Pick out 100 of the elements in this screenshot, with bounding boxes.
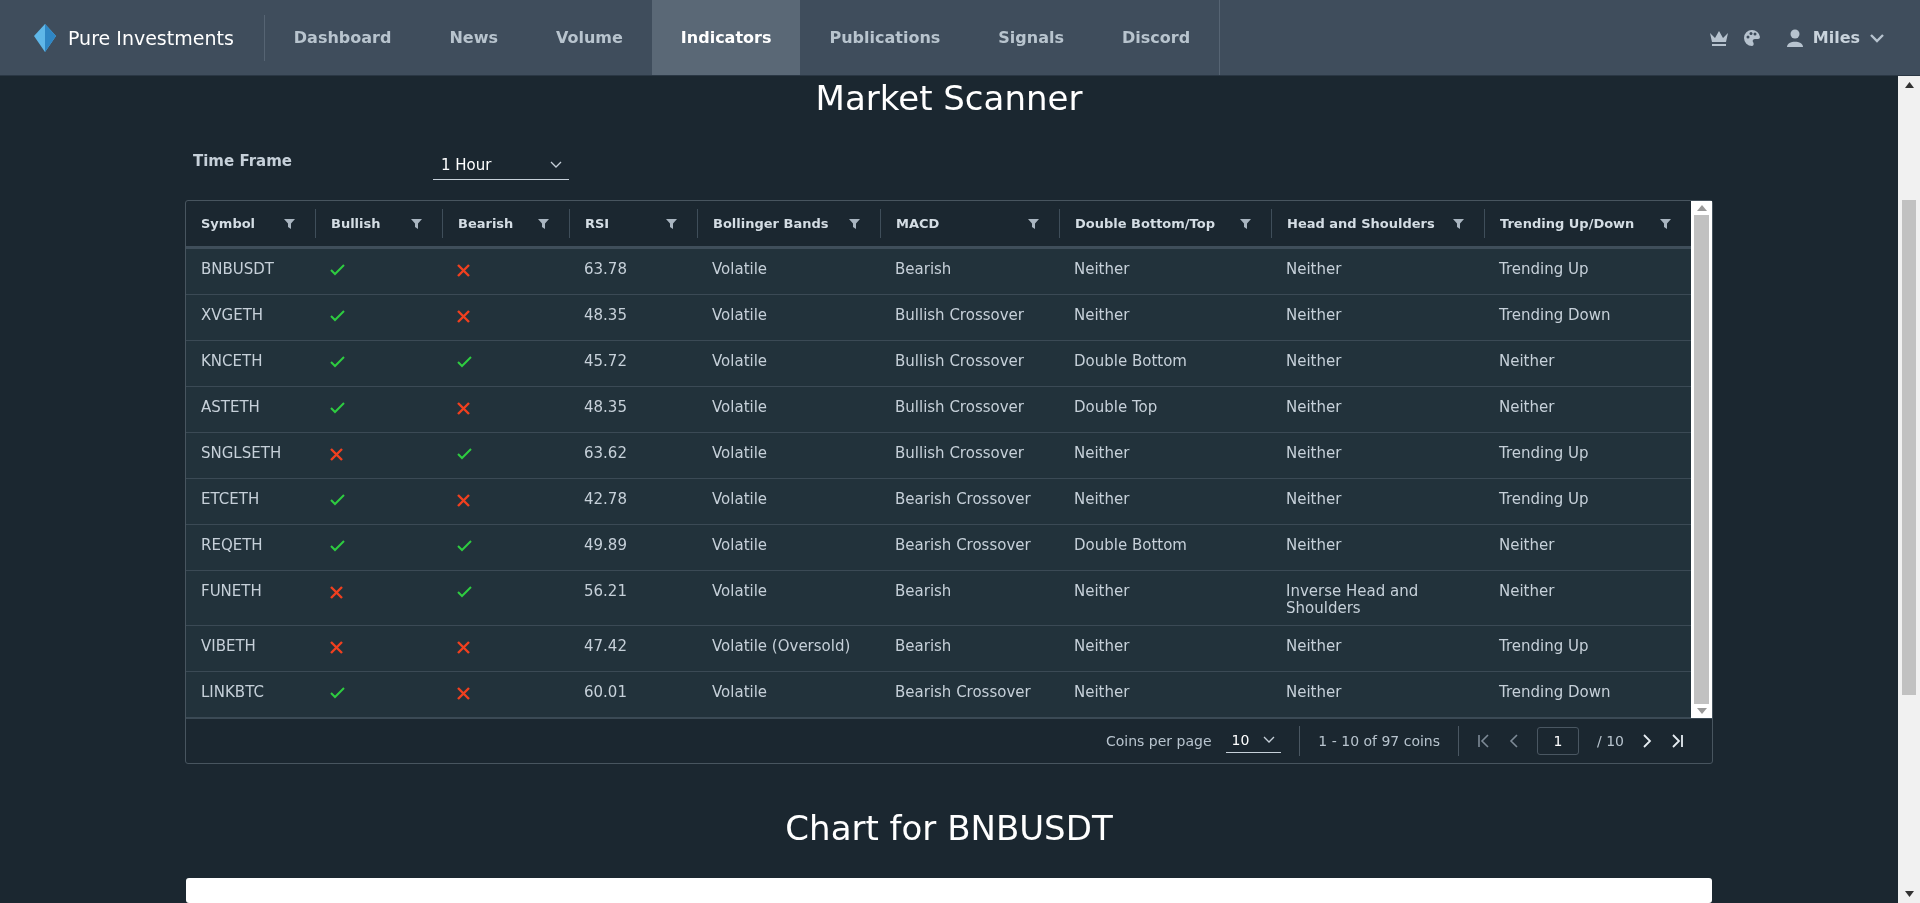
table-cell: Volatile <box>712 445 768 462</box>
table-cell: Volatile <box>712 491 768 508</box>
table-cell: Neither <box>1074 445 1130 462</box>
table-cell: Volatile <box>712 537 768 554</box>
column-header[interactable]: Double Bottom/Top <box>1075 216 1215 231</box>
column-header[interactable]: RSI <box>585 216 610 231</box>
table-cell: Trending Up <box>1499 491 1589 508</box>
table-cell: Neither <box>1286 537 1342 554</box>
table-cell: Bullish Crossover <box>895 353 1024 370</box>
filter-icon[interactable] <box>849 218 860 229</box>
nav-tab[interactable]: Volume <box>526 0 652 75</box>
table-cell: 48.35 <box>584 399 627 416</box>
nav-tab[interactable]: Discord <box>1093 0 1220 75</box>
table-cell: Trending Down <box>1499 307 1611 324</box>
palette-icon[interactable] <box>1742 28 1761 47</box>
table-cell: Bearish <box>895 261 952 278</box>
chevron-down-icon[interactable] <box>1263 736 1276 744</box>
column-header[interactable]: Bollinger Bands <box>713 216 829 231</box>
table-cell: Double Bottom <box>1074 537 1187 554</box>
table-cell: Bearish <box>895 638 952 655</box>
brand-name[interactable]: Pure Investments <box>68 26 234 49</box>
table-cell: Bearish Crossover <box>895 684 1031 701</box>
filter-icon[interactable] <box>538 218 549 229</box>
table-cell: Neither <box>1286 445 1342 462</box>
last-page-icon[interactable] <box>1670 734 1684 748</box>
filter-icon[interactable] <box>284 218 295 229</box>
page-scrollbar[interactable] <box>1898 76 1920 903</box>
chevron-down-icon[interactable] <box>1870 32 1884 43</box>
column-header[interactable]: Bearish <box>458 216 514 231</box>
nav-tab[interactable]: Dashboard <box>264 0 421 75</box>
column-header[interactable]: Trending Up/Down <box>1500 216 1635 231</box>
chart-title: Chart for BNBUSDT <box>785 808 1113 848</box>
filter-icon[interactable] <box>411 218 422 229</box>
table-cell: Volatile <box>712 261 768 278</box>
previous-page-icon[interactable] <box>1509 734 1519 748</box>
table-cell: 45.72 <box>584 353 627 370</box>
table-cell: Neither <box>1286 684 1342 701</box>
table-cell: VIBETH <box>201 638 256 655</box>
table-cell: Neither <box>1286 491 1342 508</box>
table-cell: 47.42 <box>584 638 627 655</box>
table-cell: Neither <box>1074 684 1130 701</box>
table-cell: Volatile <box>712 399 768 416</box>
table-cell: Neither <box>1499 353 1555 370</box>
filter-icon[interactable] <box>1028 218 1039 229</box>
per-page-label: Coins per page <box>1106 733 1212 749</box>
column-header[interactable]: MACD <box>896 216 940 231</box>
gem-logo-icon <box>34 23 56 52</box>
table-cell: 49.89 <box>584 537 627 554</box>
range-text: 1 - 10 of 97 coins <box>1318 733 1440 749</box>
filter-icon[interactable] <box>1660 218 1671 229</box>
nav-tab[interactable]: Signals <box>969 0 1093 75</box>
table-cell-text: Inverse Head and Shoulders <box>1286 583 1420 617</box>
table-cell: Neither <box>1286 307 1342 324</box>
table-cell: Trending Up <box>1499 445 1589 462</box>
scroll-down-icon[interactable] <box>1904 891 1914 897</box>
table-cell: Bearish <box>895 583 952 600</box>
column-header[interactable]: Bullish <box>331 216 381 231</box>
filter-icon[interactable] <box>666 218 677 229</box>
next-page-icon[interactable] <box>1642 734 1652 748</box>
crown-icon[interactable] <box>1708 29 1729 46</box>
table-cell: ETCETH <box>201 491 260 508</box>
page-title: Market Scanner <box>815 77 1083 118</box>
table-cell: Neither <box>1286 638 1342 655</box>
table-cell: Bullish Crossover <box>895 445 1024 462</box>
table-cell: Volatile <box>712 684 768 701</box>
table-cell: SNGLSETH <box>201 445 282 462</box>
table-cell: Bearish Crossover <box>895 537 1031 554</box>
filter-icon[interactable] <box>1453 218 1464 229</box>
table-cell: 60.01 <box>584 684 627 701</box>
nav-tab[interactable]: News <box>420 0 527 75</box>
first-page-icon[interactable] <box>1477 734 1491 748</box>
nav-tab[interactable]: Indicators <box>651 0 801 75</box>
table-cell: REQETH <box>201 537 263 554</box>
page-total: / 10 <box>1597 733 1624 749</box>
table-cell: Neither <box>1499 537 1555 554</box>
table-cell: Trending Down <box>1499 684 1611 701</box>
table-cell: 48.35 <box>584 307 627 324</box>
table-cell: BNBUSDT <box>201 261 274 278</box>
table-cell: Trending Up <box>1499 638 1589 655</box>
table-cell: Neither <box>1286 399 1342 416</box>
chevron-down-icon[interactable] <box>550 161 562 169</box>
time-frame-select[interactable]: 1 Hour <box>433 150 569 180</box>
table-cell: Neither <box>1499 399 1555 416</box>
page-input[interactable]: 1 <box>1537 727 1579 755</box>
table-cell: Double Top <box>1074 399 1158 416</box>
table-cell: 42.78 <box>584 491 627 508</box>
table-cell: FUNETH <box>201 583 262 600</box>
column-header[interactable]: Symbol <box>201 216 256 231</box>
filter-icon[interactable] <box>1240 218 1251 229</box>
scroll-up-icon[interactable] <box>1904 82 1914 88</box>
column-header[interactable]: Head and Shoulders <box>1287 216 1435 231</box>
table-cell: Bearish Crossover <box>895 491 1031 508</box>
nav-tab[interactable]: Publications <box>800 0 970 75</box>
table-cell: Neither <box>1074 638 1130 655</box>
per-page-select[interactable]: 10 <box>1225 729 1282 753</box>
table-cell: Volatile <box>712 307 768 324</box>
table-cell: Neither <box>1499 583 1555 600</box>
table-cell: Volatile (Oversold) <box>712 638 851 655</box>
user-name[interactable]: Miles <box>1812 28 1860 47</box>
user-icon[interactable] <box>1786 28 1803 47</box>
